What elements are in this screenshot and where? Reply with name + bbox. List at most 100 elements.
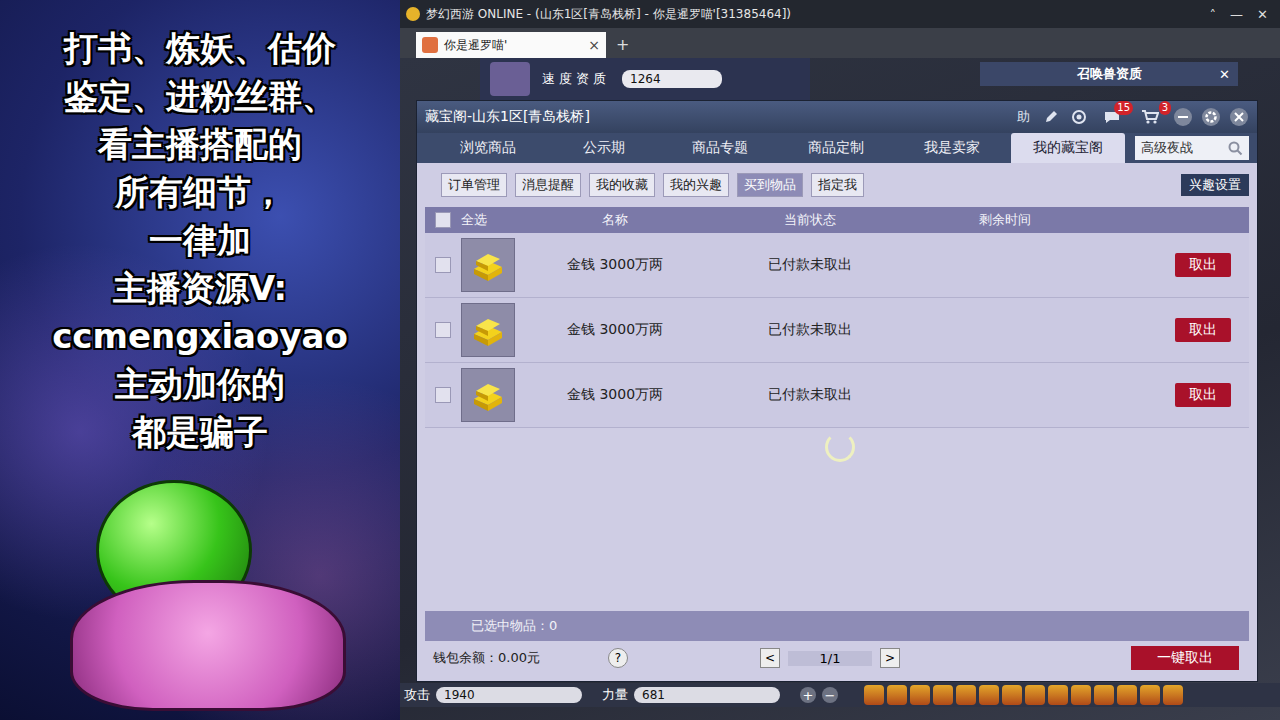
message-badge: 15 (1114, 101, 1133, 115)
sub-tab[interactable]: 我的收藏 (589, 173, 655, 197)
pen-icon[interactable] (1041, 107, 1061, 127)
close-icon[interactable] (1229, 107, 1249, 127)
take-out-button[interactable]: 取出 (1175, 253, 1231, 277)
table-header: 全选名称当前状态剩余时间 (425, 207, 1249, 233)
tool-icon[interactable] (933, 685, 953, 705)
tool-icon[interactable] (864, 685, 884, 705)
creature-icon (70, 580, 346, 711)
table-row: 金钱 3000万两已付款未取出取出 (425, 298, 1249, 363)
sub-tab[interactable]: 我的兴趣 (663, 173, 729, 197)
tool-icon[interactable] (1163, 685, 1183, 705)
take-out-button[interactable]: 取出 (1175, 383, 1231, 407)
stat-field: 1264 (622, 70, 722, 88)
attribute: 力量681 (602, 686, 780, 704)
tool-icon[interactable] (1117, 685, 1137, 705)
take-out-button[interactable]: 取出 (1175, 318, 1231, 342)
sub-tabs: 订单管理消息提醒我的收藏我的兴趣买到物品指定我 兴趣设置 (425, 171, 1249, 199)
overlay-line: 打书、炼妖、估价 (64, 24, 336, 72)
window-control[interactable]: ˄ (1210, 7, 1217, 22)
close-button[interactable]: ✕ (1219, 67, 1230, 82)
take-all-button[interactable]: 一键取出 (1131, 646, 1239, 670)
attribute-button[interactable]: + (800, 687, 816, 703)
table-row: 金钱 3000万两已付款未取出取出 (425, 233, 1249, 298)
overlay-line: 一律加 (149, 216, 251, 264)
stream-overlay: 打书、炼妖、估价鉴定、进粉丝群、看主播搭配的所有细节，一律加主播资源V:ccme… (0, 0, 400, 720)
tool-icon[interactable] (1140, 685, 1160, 705)
item-status: 已付款未取出 (705, 386, 915, 404)
overlay-line: 主动加你的 (115, 360, 285, 408)
overlay-line: 所有细节， (115, 168, 285, 216)
game-window: 梦幻西游 ONLINE - (山东1区[青岛栈桥] - 你是暹罗喵'[31385… (400, 0, 1280, 720)
search-icon[interactable] (1227, 140, 1243, 156)
selection-bar: 已选中物品：0 (425, 611, 1249, 641)
minimize-button[interactable] (1173, 107, 1193, 127)
select-all-checkbox[interactable] (435, 212, 451, 228)
interest-settings-button[interactable]: 兴趣设置 (1181, 174, 1249, 196)
tool-icon[interactable] (979, 685, 999, 705)
cart-badge: 3 (1159, 101, 1171, 115)
dialog-footer: 钱包余额：0.00元?<1/1>一键取出 (425, 641, 1249, 675)
new-tab-button[interactable]: + (610, 35, 635, 58)
attribute: 攻击1940 (404, 686, 582, 704)
sub-tab[interactable]: 买到物品 (737, 173, 803, 197)
browser-tab[interactable]: 你是暹罗喵'× (416, 32, 606, 58)
game-area: 速度资质1264召唤兽资质✕攻击1940力量681+−藏宝阁-山东1区[青岛栈桥… (400, 58, 1280, 720)
gold-ingot-icon (461, 368, 515, 422)
settings-gear-icon[interactable] (1201, 107, 1221, 127)
prev-page-button[interactable]: < (760, 648, 780, 668)
pet-aptitude-panel: 召唤兽资质✕ (980, 62, 1238, 86)
window-control[interactable]: ✕ (1257, 7, 1268, 22)
sub-tab[interactable]: 指定我 (811, 173, 864, 197)
tool-icon[interactable] (1048, 685, 1068, 705)
overlay-line: 鉴定、进粉丝群、 (64, 72, 336, 120)
row-checkbox[interactable] (435, 257, 451, 273)
dialog-tab[interactable]: 商品定制 (779, 133, 893, 163)
tool-icon[interactable] (1071, 685, 1091, 705)
overlay-line: ccmengxiaoyao (52, 312, 348, 360)
pet-stat-panel: 速度资质1264 (480, 58, 810, 100)
screen: 打书、炼妖、估价鉴定、进粉丝群、看主播搭配的所有细节，一律加主播资源V:ccme… (0, 0, 1280, 720)
dialog-tabs: 浏览商品公示期商品专题商品定制我是卖家我的藏宝阁高级夜战 (417, 133, 1257, 163)
dialog-tab[interactable]: 我的藏宝阁 (1011, 133, 1125, 163)
item-name: 金钱 3000万两 (525, 386, 705, 404)
search-field[interactable]: 高级夜战 (1135, 136, 1249, 160)
table-row: 金钱 3000万两已付款未取出 取出 (425, 363, 1249, 428)
item-table: 全选名称当前状态剩余时间金钱 3000万两已付款未取出取出金钱 3000万两已付… (425, 207, 1249, 611)
cart-button[interactable]: 3 (1135, 107, 1165, 127)
next-page-button[interactable]: > (880, 648, 900, 668)
app-icon (406, 7, 420, 21)
row-checkbox[interactable] (435, 387, 451, 403)
sub-tab[interactable]: 订单管理 (441, 173, 507, 197)
game-toolbar (864, 685, 1183, 705)
dialog-tab[interactable]: 公示期 (547, 133, 661, 163)
column-header: 名称 (525, 211, 705, 229)
overlay-text: 打书、炼妖、估价鉴定、进粉丝群、看主播搭配的所有细节，一律加主播资源V:ccme… (0, 0, 400, 456)
tool-icon[interactable] (1002, 685, 1022, 705)
item-name: 金钱 3000万两 (525, 321, 705, 339)
close-tab-button[interactable]: × (588, 37, 600, 53)
dialog-body: 订单管理消息提醒我的收藏我的兴趣买到物品指定我兴趣设置全选名称当前状态剩余时间金… (417, 163, 1257, 681)
page-number: 1/1 (788, 651, 872, 666)
browser-tab-bar: 你是暹罗喵'×+ (400, 28, 1280, 58)
overlay-line: 看主播搭配的 (98, 120, 302, 168)
attribute-button[interactable]: − (822, 687, 838, 703)
chat-button[interactable]: 15 (1097, 107, 1127, 127)
tool-icon[interactable] (910, 685, 930, 705)
help-button[interactable]: 助 (1013, 107, 1033, 127)
dialog-tab[interactable]: 商品专题 (663, 133, 777, 163)
tool-icon[interactable] (956, 685, 976, 705)
sub-tab[interactable]: 消息提醒 (515, 173, 581, 197)
column-header: 当前状态 (705, 211, 915, 229)
help-mark-button[interactable]: ? (608, 648, 628, 668)
avatar-icon (422, 37, 438, 53)
window-control[interactable]: — (1230, 7, 1243, 22)
dialog-tab[interactable]: 浏览商品 (431, 133, 545, 163)
table-empty-area (425, 428, 1249, 611)
record-icon[interactable] (1069, 107, 1089, 127)
tool-icon[interactable] (1025, 685, 1045, 705)
row-checkbox[interactable] (435, 322, 451, 338)
tool-icon[interactable] (887, 685, 907, 705)
item-name: 金钱 3000万两 (525, 256, 705, 274)
dialog-tab[interactable]: 我是卖家 (895, 133, 1009, 163)
tool-icon[interactable] (1094, 685, 1114, 705)
